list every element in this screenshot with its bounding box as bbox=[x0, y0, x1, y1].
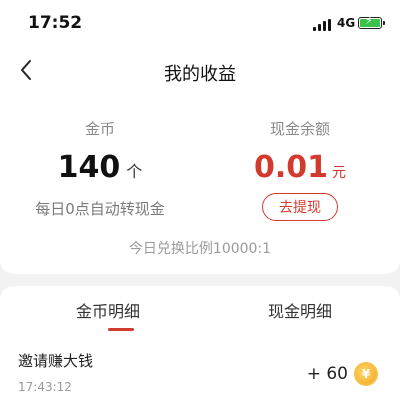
withdraw-button[interactable]: 去提现 bbox=[262, 193, 338, 221]
status-time: 17:52 bbox=[28, 13, 83, 33]
record-amount: + 60 bbox=[306, 364, 348, 384]
exchange-rate: 今日兑换比例10000:1 bbox=[128, 241, 272, 257]
tab-coin-details[interactable]: 金币明细 bbox=[18, 298, 198, 338]
signal-icon bbox=[313, 19, 331, 31]
record-title: 邀请赚大钱 bbox=[18, 352, 94, 370]
details-card: 金币明细 现金明细 邀请赚大钱 17:43:12 + 60 ¥ bbox=[0, 286, 400, 414]
coins-amount: 140 个 bbox=[0, 150, 200, 185]
active-tab-indicator bbox=[108, 328, 134, 331]
coins-label: 金币 bbox=[84, 120, 115, 138]
cash-label: 现金余额 bbox=[269, 120, 330, 138]
coin-icon: ¥ bbox=[354, 362, 378, 386]
record-time: 17:43:12 bbox=[18, 380, 72, 394]
cash-value: 0.01 bbox=[253, 150, 329, 185]
tab-cash-details[interactable]: 现金明细 bbox=[200, 298, 400, 338]
page-title: 我的收益 bbox=[164, 64, 236, 85]
battery-icon: ⚡ bbox=[358, 15, 385, 29]
coins-note: 每日0点自动转现金 bbox=[35, 200, 165, 218]
cash-amount: 0.01 元 bbox=[200, 150, 400, 185]
earnings-summary-card: 我的收益 金币 140 个 每日0点自动转现金 现金余额 0.01 元 去提现 … bbox=[0, 46, 400, 274]
coins-value: 140 bbox=[57, 150, 121, 185]
network-type: 4G bbox=[337, 16, 356, 30]
list-item[interactable]: 邀请赚大钱 17:43:12 + 60 ¥ bbox=[0, 342, 400, 402]
cash-unit: 元 bbox=[332, 165, 347, 181]
coins-unit: 个 bbox=[126, 162, 143, 181]
status-bar: 17:52 4G ⚡ bbox=[0, 0, 400, 46]
